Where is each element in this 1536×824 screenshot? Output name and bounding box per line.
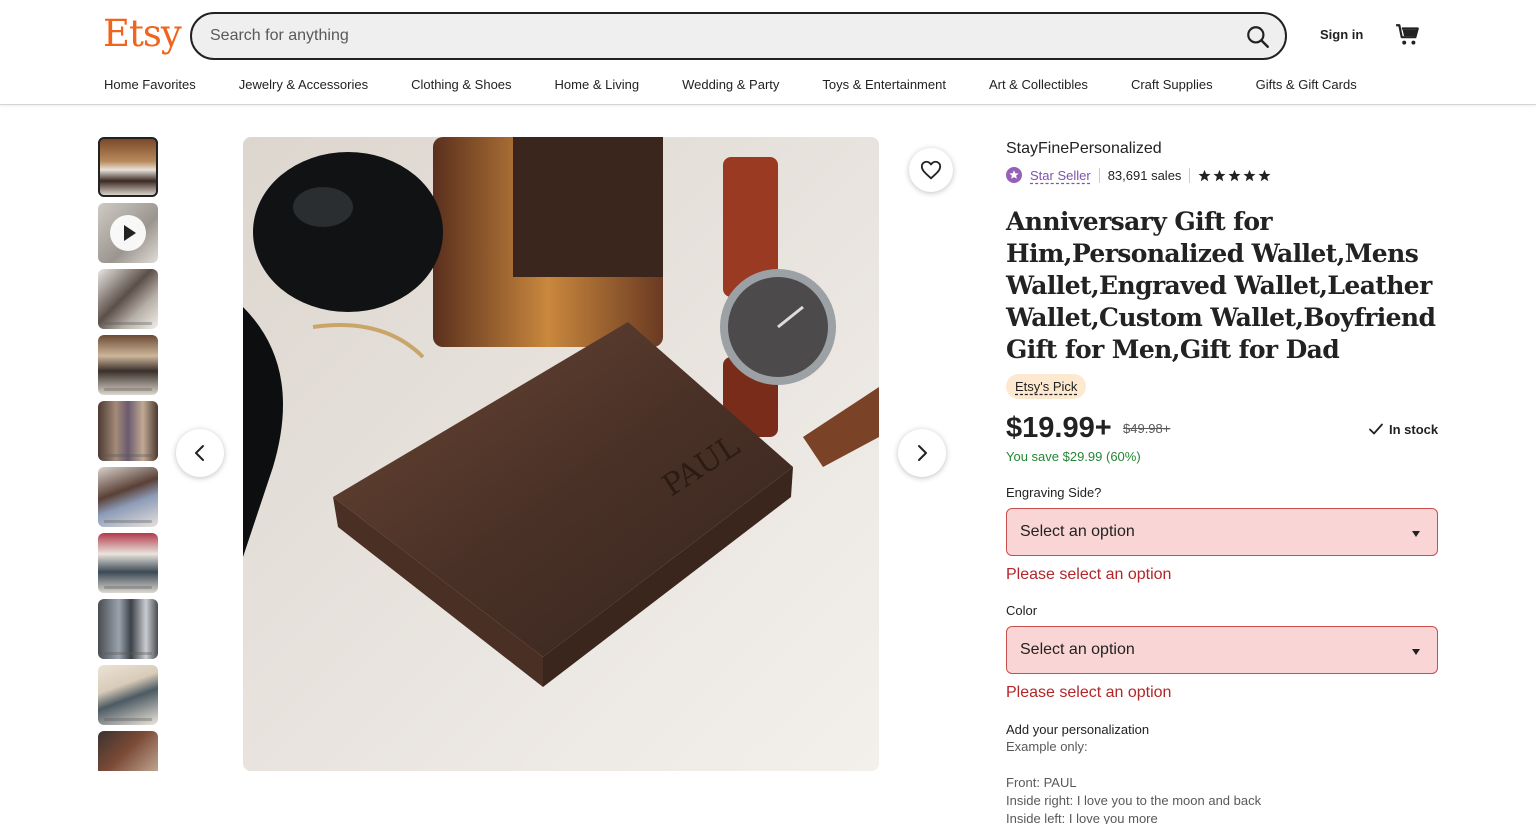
category-link[interactable]: Home Favorites	[104, 77, 196, 92]
personalization-example-line: Inside left: I love you more	[1006, 811, 1158, 824]
favorite-button[interactable]	[909, 148, 953, 192]
engraving-side-label: Engraving Side?	[1006, 485, 1102, 500]
select-value: Select an option	[1020, 523, 1135, 540]
wallet-photo: PAUL	[243, 137, 879, 771]
seller-info: Star Seller 83,691 sales	[1006, 166, 1271, 184]
thumbnail-caption	[104, 520, 152, 523]
star-icon	[1243, 169, 1256, 181]
chevron-left-icon	[195, 445, 204, 461]
engraving-error-message: Please select an option	[1006, 566, 1172, 583]
star-icon	[1228, 169, 1241, 181]
thumbnail-image[interactable]	[98, 401, 158, 461]
star-icon	[1213, 169, 1226, 181]
category-nav: Home Favorites Jewelry & Accessories Clo…	[104, 77, 1357, 92]
category-link[interactable]: Wedding & Party	[682, 77, 779, 92]
select-value: Select an option	[1020, 641, 1135, 658]
search-button[interactable]	[1245, 24, 1271, 50]
site-header: Etsy Sign in Home Favorites Jewelry & Ac…	[0, 0, 1536, 105]
category-link[interactable]: Jewelry & Accessories	[239, 77, 368, 92]
sale-price: $19.99+	[1006, 412, 1112, 444]
engraving-side-select[interactable]: Select an option	[1006, 508, 1438, 556]
stock-label: In stock	[1389, 421, 1439, 437]
thumbnail-image[interactable]	[98, 335, 158, 395]
search-icon	[1247, 26, 1269, 48]
star-seller-link[interactable]: Star Seller	[1030, 168, 1091, 183]
thumbnail-strip	[98, 137, 158, 771]
category-link[interactable]: Clothing & Shoes	[411, 77, 511, 92]
thumbnail-caption	[104, 718, 152, 721]
thumbnail-caption	[104, 586, 152, 589]
thumbnail-image[interactable]	[98, 731, 158, 771]
next-image-button[interactable]	[898, 429, 946, 477]
category-link[interactable]: Home & Living	[555, 77, 640, 92]
play-icon	[110, 215, 146, 251]
category-link[interactable]: Art & Collectibles	[989, 77, 1088, 92]
original-price: $49.98+	[1123, 421, 1171, 436]
star-rating[interactable]	[1198, 169, 1271, 182]
thumbnail-caption	[104, 652, 152, 655]
thumbnail-image[interactable]	[98, 599, 158, 659]
thumbnail-caption	[104, 388, 152, 391]
personalization-label: Add your personalization	[1006, 722, 1150, 737]
caret-down-icon	[1412, 531, 1420, 537]
personalization-example-line: Inside right: I love you to the moon and…	[1006, 793, 1262, 808]
etsys-pick-badge[interactable]: Etsy's Pick	[1006, 374, 1087, 399]
search-bar	[190, 12, 1287, 60]
thumbnail-caption	[104, 454, 152, 457]
search-input[interactable]	[210, 24, 1210, 48]
badge-label: Etsy's Pick	[1015, 379, 1078, 394]
caret-down-icon	[1412, 649, 1420, 655]
savings-text: You save $29.99 (60%)	[1006, 449, 1141, 464]
thumbnail-image[interactable]	[98, 137, 158, 197]
stock-status: In stock	[1368, 421, 1438, 437]
listing-main-image[interactable]: PAUL	[243, 137, 879, 771]
chevron-right-icon	[918, 445, 927, 461]
star-icon	[1258, 169, 1271, 181]
thumbnail-image[interactable]	[98, 665, 158, 725]
category-link[interactable]: Toys & Entertainment	[822, 77, 946, 92]
listing-title: Anniversary Gift for Him,Personalized Wa…	[1006, 207, 1436, 364]
category-link[interactable]: Craft Supplies	[1131, 77, 1213, 92]
thumbnail-image[interactable]	[98, 269, 158, 329]
thumbnail-caption	[104, 322, 152, 325]
personalization-example-line: Example only:	[1006, 739, 1088, 754]
heart-icon	[920, 160, 942, 180]
etsy-logo[interactable]: Etsy	[103, 12, 182, 55]
sales-count: 83,691 sales	[1107, 167, 1182, 183]
divider	[1098, 167, 1100, 183]
previous-image-button[interactable]	[176, 429, 224, 477]
divider	[1189, 167, 1191, 183]
color-error-message: Please select an option	[1006, 684, 1172, 701]
star-seller-badge-icon	[1006, 167, 1022, 183]
thumbnail-image[interactable]	[98, 467, 158, 527]
checkmark-icon	[1369, 423, 1383, 435]
shop-name-link[interactable]: StayFinePersonalized	[1006, 140, 1162, 158]
sign-in-link[interactable]: Sign in	[1320, 27, 1363, 42]
color-label: Color	[1006, 603, 1038, 618]
color-select[interactable]: Select an option	[1006, 626, 1438, 674]
category-link[interactable]: Gifts & Gift Cards	[1256, 77, 1357, 92]
thumbnail-image[interactable]	[98, 533, 158, 593]
star-icon	[1198, 169, 1211, 181]
cart-button[interactable]	[1395, 22, 1421, 48]
cart-icon	[1396, 24, 1419, 45]
video-thumbnail[interactable]	[98, 203, 158, 263]
personalization-example-line: Front: PAUL	[1006, 775, 1077, 790]
